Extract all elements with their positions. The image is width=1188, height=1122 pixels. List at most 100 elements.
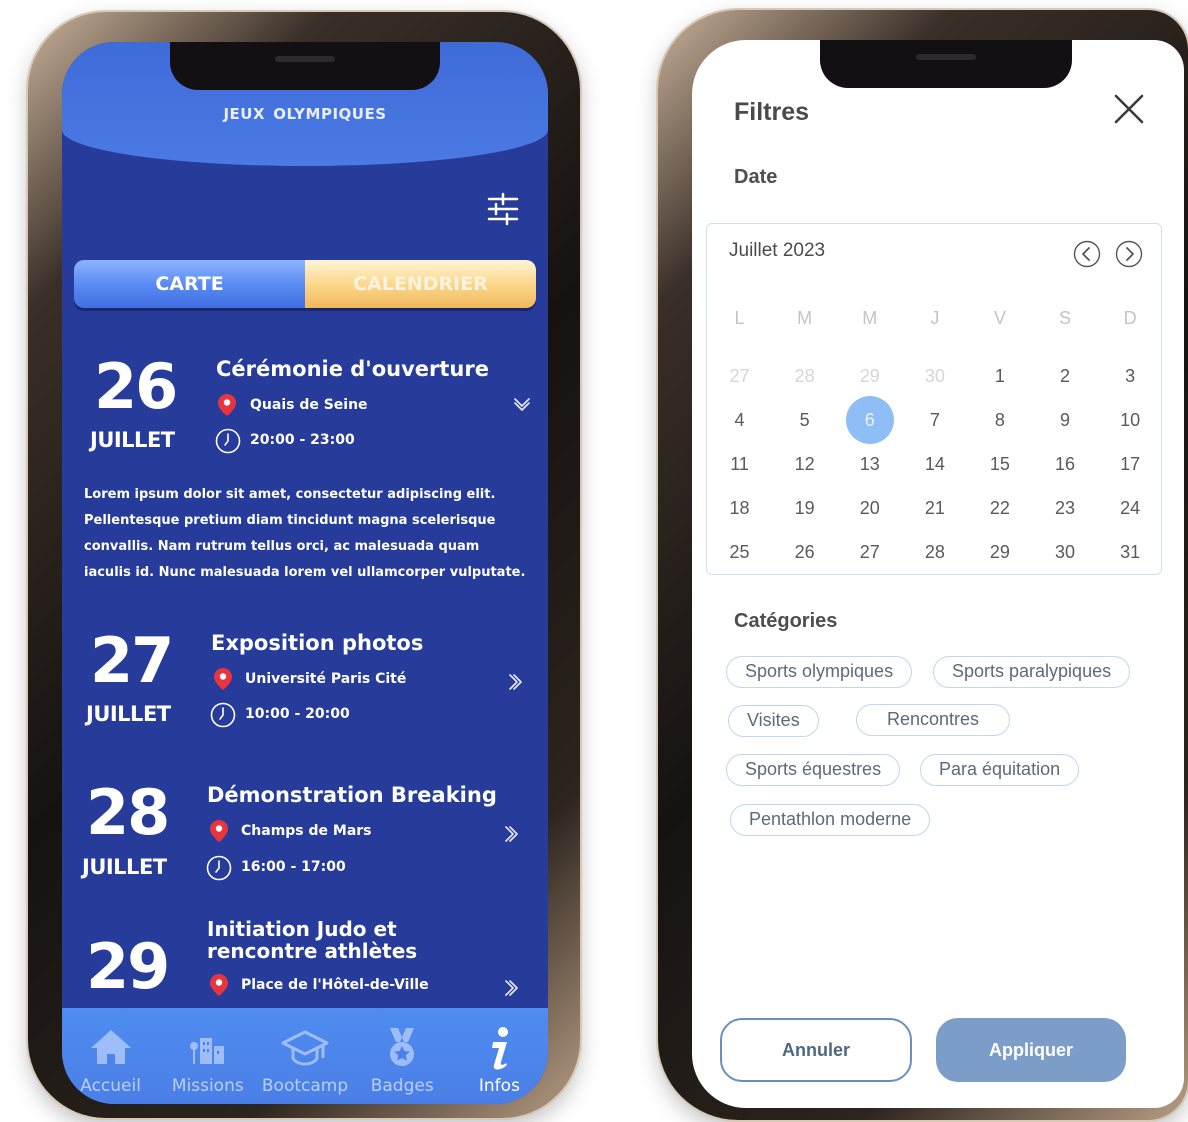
- calendar-day-number: 7: [929, 409, 940, 430]
- calendar-day[interactable]: 13: [837, 454, 902, 475]
- calendar-day[interactable]: 1: [967, 366, 1032, 387]
- calendar-day-number: 8: [994, 409, 1005, 430]
- location-pin-icon: [218, 394, 236, 416]
- calendar-day[interactable]: 4: [707, 410, 772, 431]
- calendar-day[interactable]: 24: [1098, 498, 1163, 519]
- chevron-left-icon[interactable]: [1073, 240, 1101, 268]
- calendar-day[interactable]: 5: [772, 410, 837, 431]
- phone-frame-right: Filtres Date Juillet 2023 L M M J V S D 27 28 29 3…: [658, 10, 1188, 1120]
- chevron-down-icon[interactable]: [512, 397, 532, 417]
- chevron-right-icon[interactable]: [508, 672, 528, 692]
- close-icon[interactable]: [1112, 92, 1146, 126]
- calendar-day[interactable]: 29: [967, 542, 1032, 563]
- calendar-day[interactable]: 12: [772, 454, 837, 475]
- clock-icon: [206, 855, 232, 881]
- date-calendar: Juillet 2023 L M M J V S D 27 28 29 30 1 2 3 4 5 6 7 8 9 10 1…: [706, 223, 1162, 575]
- calendar-day[interactable]: 9: [1032, 410, 1097, 431]
- calendar-day[interactable]: 14: [902, 454, 967, 475]
- weekday-label: S: [1059, 307, 1072, 328]
- calendar-day[interactable]: 20: [837, 498, 902, 519]
- cancel-button[interactable]: Annuler: [720, 1018, 912, 1082]
- nav-item-bootcamp[interactable]: Bootcamp: [256, 1008, 353, 1104]
- events-screen: Jeux olympiques CARTE CALENDRIER 26 JUIL…: [62, 42, 548, 1104]
- category-chip[interactable]: Rencontres: [856, 704, 1011, 736]
- calendar-day[interactable]: 6: [837, 396, 902, 444]
- event-day: 28: [86, 776, 170, 849]
- event-title: Exposition photos: [211, 631, 424, 655]
- calendar-day[interactable]: 15: [967, 454, 1032, 475]
- weekday-label: M: [797, 307, 813, 328]
- calendar-day[interactable]: 30: [1032, 542, 1097, 563]
- calendar-day[interactable]: 27: [837, 542, 902, 563]
- calendar-day[interactable]: 3: [1098, 366, 1163, 387]
- calendar-day[interactable]: 11: [707, 454, 772, 475]
- nav-item-infos[interactable]: Infos: [451, 1008, 548, 1104]
- nav-item-missions[interactable]: Missions: [159, 1008, 256, 1104]
- calendar-day[interactable]: 19: [772, 498, 837, 519]
- chevron-right-icon[interactable]: [1115, 240, 1143, 268]
- calendar-day[interactable]: 23: [1032, 498, 1097, 519]
- category-chip[interactable]: Visites: [728, 705, 819, 737]
- category-chip[interactable]: Sports équestres: [726, 754, 901, 786]
- calendar-day[interactable]: 28: [902, 542, 967, 563]
- view-tabs: CARTE CALENDRIER: [74, 260, 536, 308]
- calendar-day[interactable]: 28: [772, 366, 837, 387]
- category-chip[interactable]: Para équitation: [920, 754, 1080, 786]
- nav-item-accueil[interactable]: Accueil: [62, 1008, 159, 1104]
- phone-notch: [170, 42, 440, 90]
- weekday-header-row: LMMJVSD: [707, 298, 1163, 338]
- filters-title: Filtres: [734, 98, 810, 126]
- calendar-day[interactable]: 31: [1098, 542, 1163, 563]
- calendar-week-row: 27 28 29 30 1 2 3: [707, 354, 1163, 398]
- category-chip[interactable]: Sports paralypiques: [933, 656, 1131, 688]
- chevron-right-icon[interactable]: [504, 824, 524, 844]
- calendar-day-number: 25: [729, 541, 750, 562]
- calendar-day[interactable]: 27: [707, 366, 772, 387]
- calendar-day[interactable]: 22: [967, 498, 1032, 519]
- calendar-day-number: 24: [1120, 497, 1141, 518]
- graduation-cap-icon: [281, 1030, 329, 1066]
- calendar-day[interactable]: 26: [772, 542, 837, 563]
- calendar-day[interactable]: 17: [1098, 454, 1163, 475]
- info-icon: [492, 1027, 509, 1070]
- calendar-day[interactable]: 8: [967, 410, 1032, 431]
- calendar-day[interactable]: 25: [707, 542, 772, 563]
- calendar-day-number: 6: [845, 396, 894, 444]
- calendar-day[interactable]: 10: [1098, 410, 1163, 431]
- event-place: Place de l'Hôtel-de-Ville: [241, 977, 429, 993]
- event-place: Champs de Mars: [241, 823, 372, 839]
- medal-icon: [390, 1028, 415, 1066]
- calendar-day-number: 11: [730, 453, 749, 474]
- apply-button[interactable]: Appliquer: [936, 1018, 1126, 1082]
- calendar-day[interactable]: 29: [837, 366, 902, 387]
- nav-item-badges[interactable]: Badges: [354, 1008, 451, 1104]
- calendar-day-number: 17: [1120, 453, 1141, 474]
- location-pin-icon: [214, 668, 232, 690]
- calendar-day-number: 16: [1055, 453, 1076, 474]
- chevron-right-icon[interactable]: [504, 978, 524, 998]
- category-chip[interactable]: Pentathlon moderne: [730, 804, 931, 836]
- tab-calendrier[interactable]: CALENDRIER: [305, 260, 536, 308]
- calendar-day-number: 3: [1125, 365, 1136, 386]
- calendar-day-number: 31: [1120, 541, 1141, 562]
- event-month: JUILLET: [82, 855, 167, 879]
- calendar-day[interactable]: 16: [1032, 454, 1097, 475]
- tab-carte[interactable]: CARTE: [74, 260, 305, 308]
- event-description: Lorem ipsum dolor sit amet, consectetur …: [84, 487, 526, 580]
- event-title-line2: rencontre athlètes: [207, 939, 418, 963]
- calendar-day[interactable]: 21: [902, 498, 967, 519]
- calendar-day[interactable]: 18: [707, 498, 772, 519]
- event-title: Cérémonie d'ouverture: [216, 357, 489, 381]
- calendar-week-row: 4 5 6 7 8 9 10: [707, 396, 1163, 444]
- category-chip[interactable]: Sports olympiques: [726, 656, 913, 688]
- calendar-day[interactable]: 7: [902, 410, 967, 431]
- calendar-day-number: 26: [794, 541, 815, 562]
- filter-sliders-icon[interactable]: [487, 192, 519, 226]
- calendar-day[interactable]: 2: [1032, 366, 1097, 387]
- calendar-day[interactable]: 30: [902, 366, 967, 387]
- event-month: JUILLET: [90, 428, 175, 452]
- weekday-label: D: [1123, 307, 1137, 328]
- calendar-day-number: 30: [924, 365, 945, 386]
- calendar-day-number: 23: [1055, 497, 1076, 518]
- filters-screen: Filtres Date Juillet 2023 L M M J V S D 27 28 29 3…: [692, 40, 1184, 1108]
